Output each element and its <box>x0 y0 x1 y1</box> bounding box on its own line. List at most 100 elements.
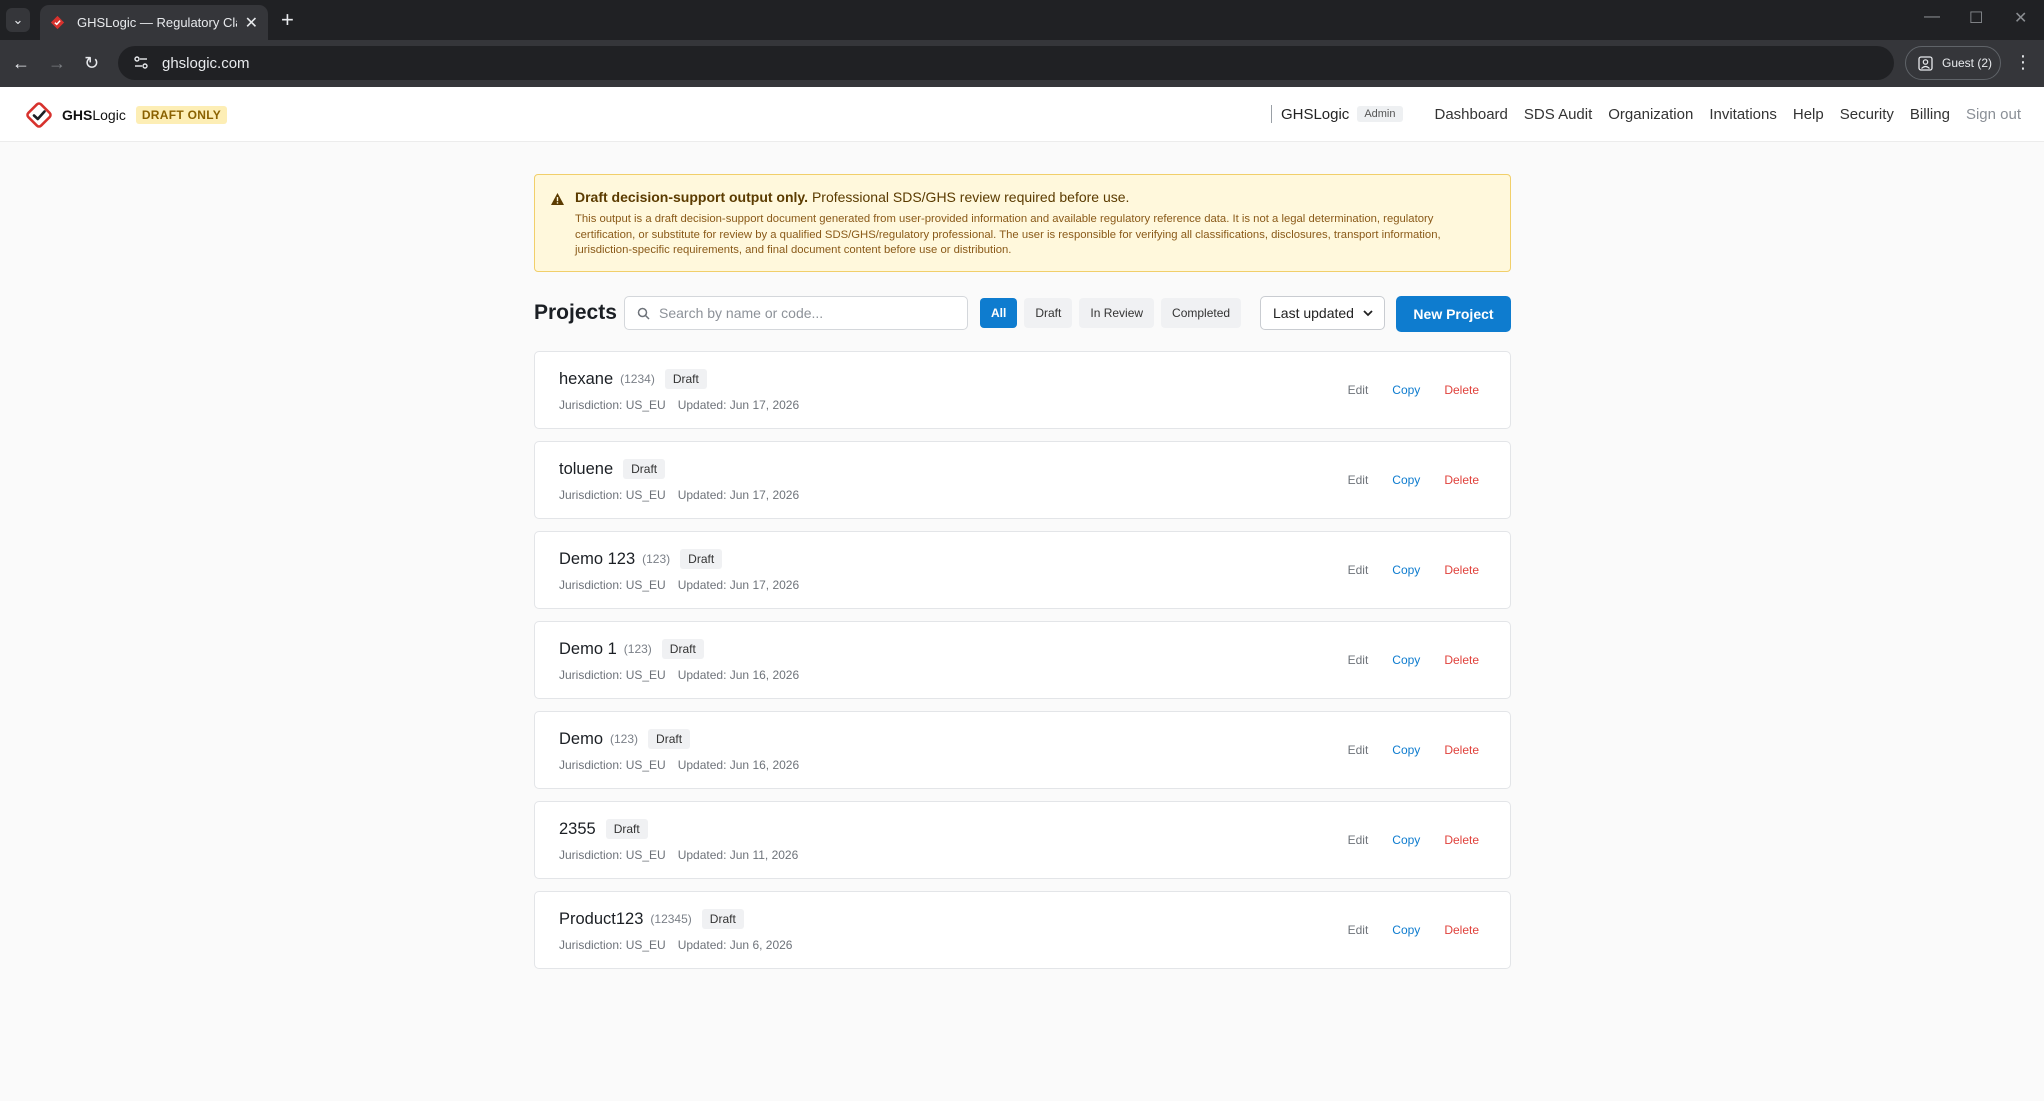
warning-triangle-icon <box>551 193 564 205</box>
delete-project-button[interactable]: Delete <box>1444 563 1479 577</box>
edit-project-button[interactable]: Edit <box>1348 473 1369 487</box>
project-updated: Updated: Jun 17, 2026 <box>677 578 800 592</box>
copy-project-button[interactable]: Copy <box>1392 563 1420 577</box>
nav-invitations[interactable]: Invitations <box>1709 106 1777 123</box>
delete-project-button[interactable]: Delete <box>1444 743 1479 757</box>
project-actions: Edit Copy Delete <box>1324 923 1479 937</box>
project-jurisdiction: Jurisdiction: US_EU <box>559 578 666 592</box>
reload-icon[interactable]: ↻ <box>84 52 99 74</box>
new-project-button[interactable]: New Project <box>1396 296 1511 332</box>
project-title-row: Product123 (12345) Draft <box>559 909 744 929</box>
status-badge: Draft <box>680 549 723 569</box>
forward-arrow-icon[interactable]: → <box>48 52 66 74</box>
nav-security[interactable]: Security <box>1840 106 1894 123</box>
copy-project-button[interactable]: Copy <box>1392 833 1420 847</box>
project-card[interactable]: Demo 123 (123) Draft Jurisdiction: US_EU… <box>534 531 1511 609</box>
edit-project-button[interactable]: Edit <box>1348 653 1369 667</box>
project-search[interactable] <box>624 296 968 330</box>
profile-label: Guest (2) <box>1942 56 1993 70</box>
filter-in-review[interactable]: In Review <box>1079 298 1155 328</box>
project-updated: Updated: Jun 16, 2026 <box>677 668 800 682</box>
delete-project-button[interactable]: Delete <box>1444 473 1479 487</box>
delete-project-button[interactable]: Delete <box>1444 833 1479 847</box>
nav-sign-out[interactable]: Sign out <box>1966 106 2021 123</box>
project-actions: Edit Copy Delete <box>1324 383 1479 397</box>
app-header: GHSLogic DRAFT ONLY GHSLogic Admin Dashb… <box>0 87 2044 142</box>
status-badge: Draft <box>648 729 691 749</box>
delete-project-button[interactable]: Delete <box>1444 383 1479 397</box>
disclaimer-headline: Draft decision-support output only. Prof… <box>575 189 1130 205</box>
status-badge: Draft <box>623 459 666 479</box>
brand-name: GHSLogic <box>62 107 126 123</box>
filter-all[interactable]: All <box>980 298 1018 328</box>
back-arrow-icon[interactable]: ← <box>12 52 30 74</box>
project-actions: Edit Copy Delete <box>1324 833 1479 847</box>
copy-project-button[interactable]: Copy <box>1392 923 1420 937</box>
copy-project-button[interactable]: Copy <box>1392 743 1420 757</box>
draft-disclaimer-banner: Draft decision-support output only. Prof… <box>534 174 1511 272</box>
project-card[interactable]: Demo 1 (123) Draft Jurisdiction: US_EU Up… <box>534 621 1511 699</box>
maximize-icon[interactable]: ☐ <box>1969 8 1983 28</box>
project-updated: Updated: Jun 17, 2026 <box>677 398 800 412</box>
project-name[interactable]: Demo 123 <box>559 550 635 569</box>
tab-title: GHSLogic — Regulatory Classification <box>77 15 237 30</box>
project-card[interactable]: hexane (1234) Draft Jurisdiction: US_EU U… <box>534 351 1511 429</box>
project-actions: Edit Copy Delete <box>1324 563 1479 577</box>
copy-project-button[interactable]: Copy <box>1392 383 1420 397</box>
browser-tabstrip: ⌄ GHSLogic — Regulatory Classification ✕… <box>0 0 2044 40</box>
disclaimer-body: This output is a draft decision-support … <box>575 213 1441 256</box>
minimize-icon[interactable]: — <box>1924 8 1940 26</box>
window-close-icon[interactable]: ✕ <box>2014 8 2027 28</box>
edit-project-button[interactable]: Edit <box>1348 923 1369 937</box>
project-meta: Jurisdiction: US_EU Updated: Jun 16, 2026 <box>559 668 799 682</box>
project-title-row: toluene Draft <box>559 459 666 479</box>
project-card[interactable]: Product123 (12345) Draft Jurisdiction: U… <box>534 891 1511 969</box>
profile-button[interactable]: Guest (2) <box>1905 46 2001 80</box>
project-meta: Jurisdiction: US_EU Updated: Jun 16, 2026 <box>559 758 799 772</box>
edit-project-button[interactable]: Edit <box>1348 833 1369 847</box>
edit-project-button[interactable]: Edit <box>1348 563 1369 577</box>
address-bar[interactable]: ghslogic.com <box>118 46 1894 80</box>
project-name[interactable]: Product123 <box>559 910 643 929</box>
project-name[interactable]: Demo 1 <box>559 640 617 659</box>
copy-project-button[interactable]: Copy <box>1392 473 1420 487</box>
sort-select[interactable]: Last updated <box>1260 296 1385 330</box>
filter-completed[interactable]: Completed <box>1161 298 1242 328</box>
site-info-icon[interactable] <box>132 54 150 72</box>
delete-project-button[interactable]: Delete <box>1444 923 1479 937</box>
project-card[interactable]: Demo (123) Draft Jurisdiction: US_EU Upda… <box>534 711 1511 789</box>
project-jurisdiction: Jurisdiction: US_EU <box>559 848 666 862</box>
project-title-row: Demo 1 (123) Draft <box>559 639 704 659</box>
browser-menu-icon[interactable]: ⋮ <box>2014 51 2032 73</box>
project-code: (123) <box>642 552 671 566</box>
nav-dashboard[interactable]: Dashboard <box>1435 106 1508 123</box>
sort-value: Last updated <box>1273 305 1354 321</box>
nav-help[interactable]: Help <box>1793 106 1824 123</box>
project-meta: Jurisdiction: US_EU Updated: Jun 17, 2026 <box>559 578 799 592</box>
project-name[interactable]: 2355 <box>559 820 596 839</box>
project-card[interactable]: toluene Draft Jurisdiction: US_EU Updated… <box>534 441 1511 519</box>
nav-sds-audit[interactable]: SDS Audit <box>1524 106 1592 123</box>
status-badge: Draft <box>664 369 707 389</box>
project-updated: Updated: Jun 17, 2026 <box>677 488 800 502</box>
chevron-down-icon <box>1363 310 1373 317</box>
copy-project-button[interactable]: Copy <box>1392 653 1420 667</box>
browser-tab[interactable]: GHSLogic — Regulatory Classification ✕ <box>40 5 268 40</box>
brand[interactable]: GHSLogic DRAFT ONLY <box>24 100 228 130</box>
browser-toolbar: ← → ↻ ghslogic.com Guest (2) ⋮ <box>0 40 2044 87</box>
project-name[interactable]: toluene <box>559 460 613 479</box>
search-input[interactable] <box>659 305 949 321</box>
edit-project-button[interactable]: Edit <box>1348 743 1369 757</box>
edit-project-button[interactable]: Edit <box>1348 383 1369 397</box>
new-tab-icon[interactable]: + <box>281 7 294 33</box>
project-meta: Jurisdiction: US_EU Updated: Jun 17, 2026 <box>559 398 799 412</box>
project-card[interactable]: 2355 Draft Jurisdiction: US_EU Updated: J… <box>534 801 1511 879</box>
nav-billing[interactable]: Billing <box>1910 106 1950 123</box>
project-name[interactable]: hexane <box>559 370 613 389</box>
delete-project-button[interactable]: Delete <box>1444 653 1479 667</box>
tab-search-chevron-icon[interactable]: ⌄ <box>6 8 30 32</box>
tab-close-icon[interactable]: ✕ <box>245 13 258 33</box>
project-name[interactable]: Demo <box>559 730 603 749</box>
nav-organization[interactable]: Organization <box>1608 106 1693 123</box>
filter-draft[interactable]: Draft <box>1024 298 1073 328</box>
